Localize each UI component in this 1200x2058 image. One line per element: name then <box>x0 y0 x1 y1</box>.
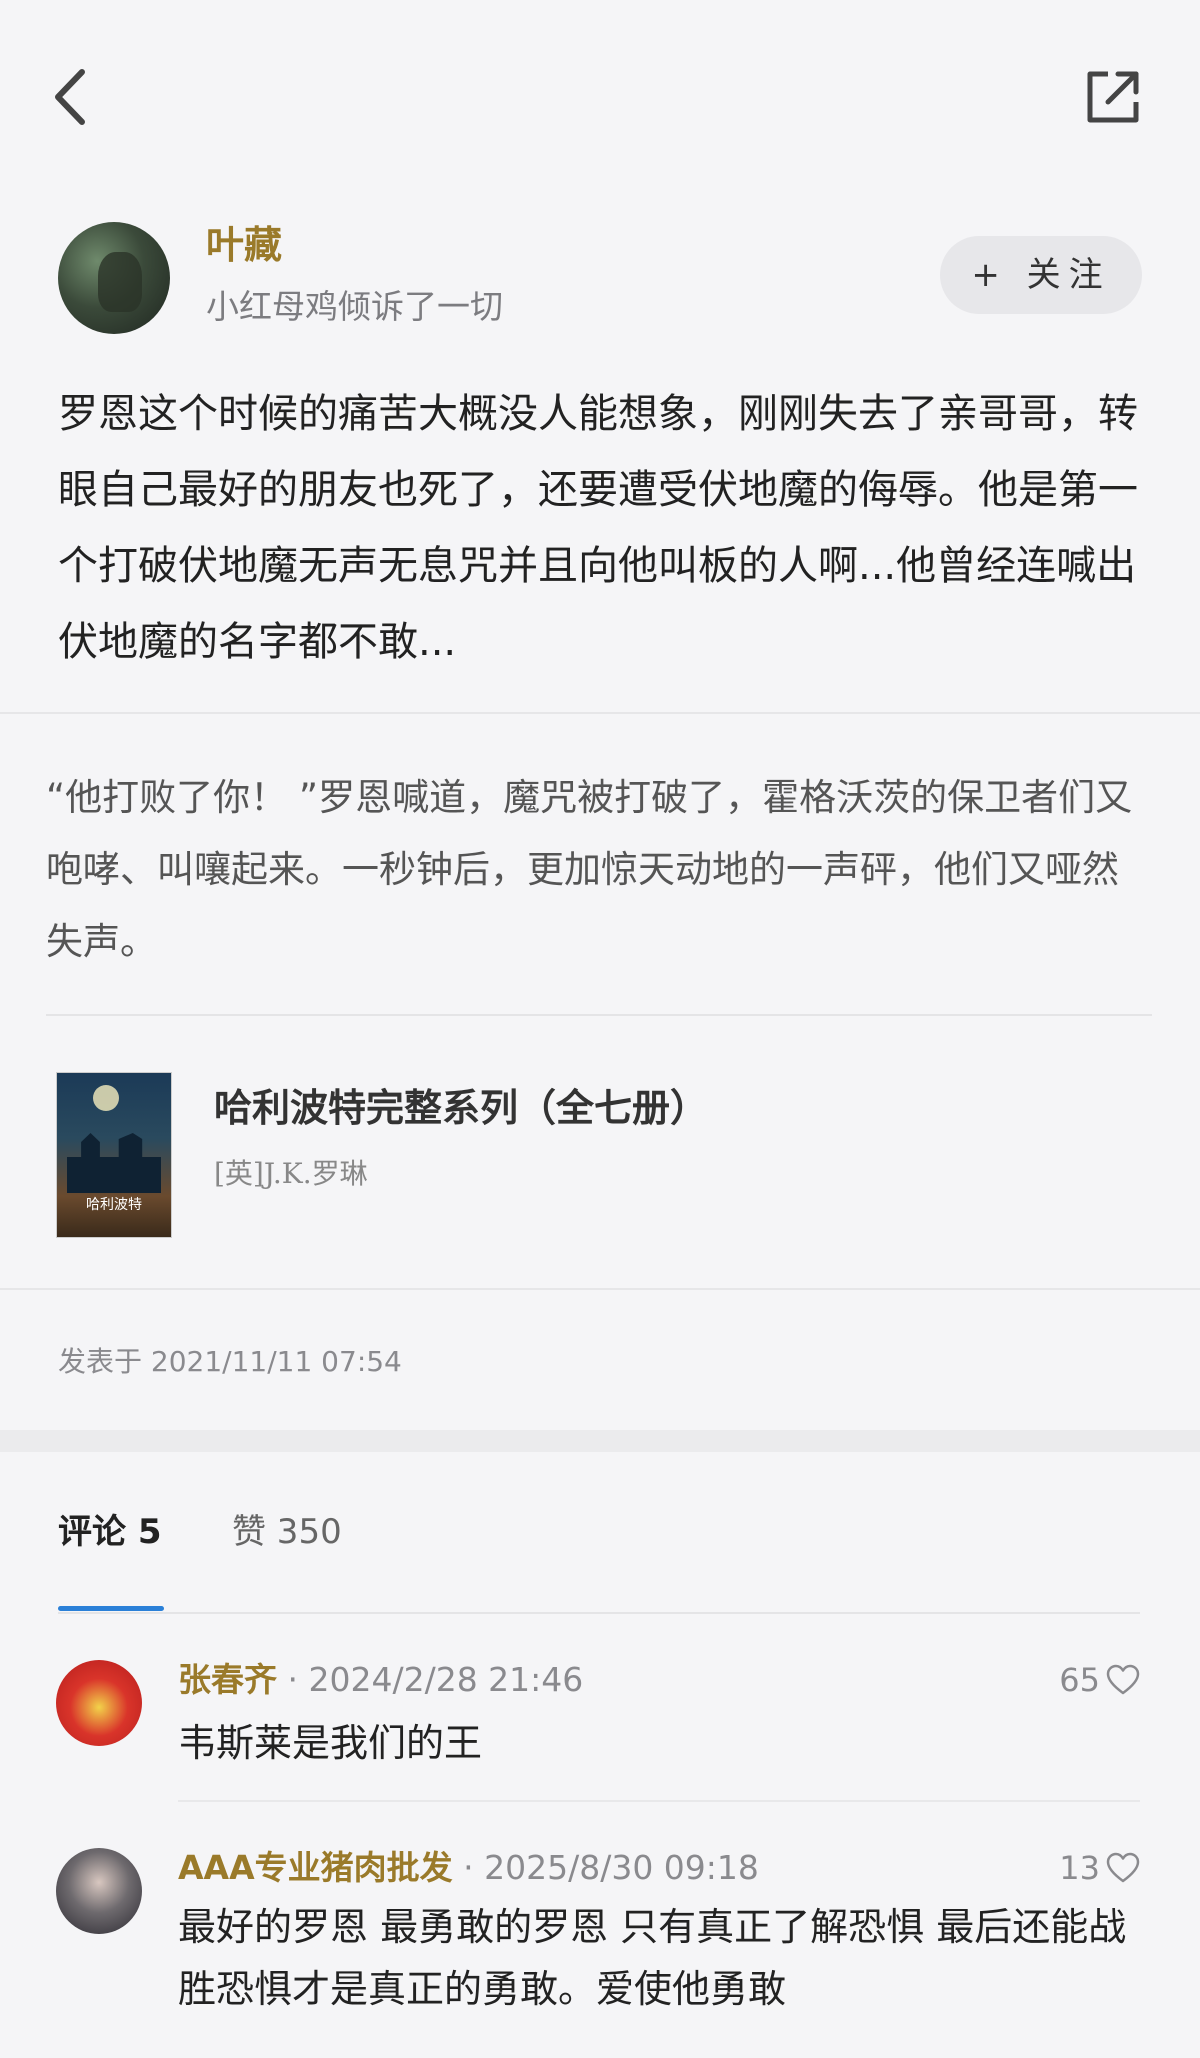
comment-header: 张春齐 · 2024/2/28 21:46 <box>178 1658 583 1702</box>
like-count: 65 <box>1059 1661 1100 1699</box>
book-cover-moon <box>93 1085 119 1111</box>
comment-time: · 2025/8/30 09:18 <box>463 1848 759 1887</box>
like-count: 13 <box>1059 1849 1100 1887</box>
published-timestamp: 发表于 2021/11/11 07:54 <box>58 1345 402 1378</box>
divider <box>178 1800 1140 1802</box>
like-button[interactable]: 13 <box>1059 1846 1140 1890</box>
divider <box>46 1014 1152 1016</box>
comment-author[interactable]: 张春齐 <box>178 1660 277 1699</box>
author-name[interactable]: 叶藏 <box>206 222 282 268</box>
comment-text: 最好的罗恩 最勇敢的罗恩 只有真正了解恐惧 最后还能战胜恐惧才是真正的勇敢。爱使… <box>178 1905 1127 2011</box>
heart-icon <box>1106 1852 1140 1883</box>
share-icon <box>1087 71 1139 123</box>
book-cover-logo: 哈利波特 <box>86 1197 142 1213</box>
comment-header: AAA专业猪肉批发 · 2025/8/30 09:18 <box>178 1846 759 1890</box>
comment-text: 韦斯莱是我们的王 <box>178 1721 483 1765</box>
book-author: [英]J.K.罗琳 <box>214 1157 368 1190</box>
book-title[interactable]: 哈利波特完整系列（全七册） <box>214 1084 708 1132</box>
divider <box>0 1288 1200 1290</box>
tab-comments[interactable]: 评论 5 <box>58 1510 162 1554</box>
heart-icon <box>1106 1664 1140 1695</box>
tab-likes[interactable]: 赞 350 <box>232 1510 342 1554</box>
avatar[interactable] <box>56 1660 142 1746</box>
author-avatar[interactable] <box>58 222 170 334</box>
book-cover[interactable]: 哈利波特 <box>56 1072 172 1238</box>
comment-time: · 2024/2/28 21:46 <box>287 1660 584 1699</box>
book-quote[interactable]: “他打败了你！ ”罗恩喊道，魔咒被打破了，霍格沃茨的保卫者们又咆哮、叫嚷起来。一… <box>46 762 1146 978</box>
post-body: 罗恩这个时候的痛苦大概没人能想象，刚刚失去了亲哥哥，转眼自己最好的朋友也死了，还… <box>58 391 1138 665</box>
section-separator <box>0 1430 1200 1452</box>
active-tab-indicator <box>58 1606 164 1611</box>
divider <box>0 712 1200 714</box>
book-cover-castle <box>67 1133 161 1193</box>
share-button[interactable] <box>1082 66 1144 128</box>
comment-author[interactable]: AAA专业猪肉批发 <box>178 1848 453 1887</box>
author-subtitle: 小红母鸡倾诉了一切 <box>206 287 503 326</box>
follow-button[interactable]: + 关注 <box>940 236 1142 314</box>
tab-divider <box>58 1612 1140 1614</box>
avatar[interactable] <box>56 1848 142 1934</box>
like-button[interactable]: 65 <box>1059 1658 1140 1702</box>
chevron-left-icon <box>55 69 85 125</box>
back-button[interactable] <box>44 62 100 132</box>
